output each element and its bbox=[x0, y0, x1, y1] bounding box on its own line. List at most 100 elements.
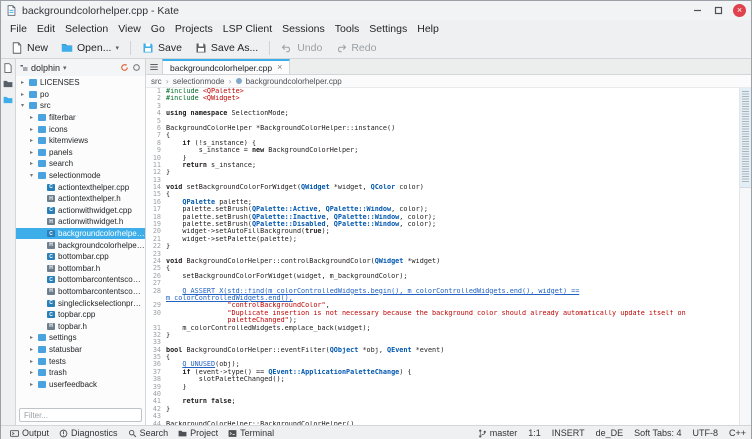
code-line[interactable]: 42} bbox=[146, 406, 739, 413]
tab-settings[interactable]: Soft Tabs: 4 bbox=[634, 428, 681, 438]
minimize-button[interactable] bbox=[691, 4, 704, 17]
menu-projects[interactable]: Projects bbox=[170, 23, 218, 35]
menu-go[interactable]: Go bbox=[146, 23, 170, 35]
code-line[interactable]: 29 "controlBackgroundColor", bbox=[146, 302, 739, 309]
code-line[interactable]: 9 s_instance = new BackgroundColorHelper… bbox=[146, 147, 739, 154]
menu-selection[interactable]: Selection bbox=[60, 23, 113, 35]
code-line[interactable]: 35{ bbox=[146, 354, 739, 361]
code-line[interactable]: 16 QPalette palette; bbox=[146, 199, 739, 206]
encoding[interactable]: UTF-8 bbox=[692, 428, 718, 438]
code-line[interactable]: 44BackgroundColorHelper::BackgroundColor… bbox=[146, 421, 739, 425]
project-button[interactable]: Project bbox=[174, 427, 222, 439]
tree-item-licenses[interactable]: ▸LICENSES bbox=[16, 77, 145, 89]
cursor-position[interactable]: 1:1 bbox=[528, 428, 541, 438]
code-content[interactable]: 1#include <QPalette>2#include <QWidget>3… bbox=[146, 88, 739, 425]
syntax-mode[interactable]: C++ bbox=[729, 428, 746, 438]
menu-tools[interactable]: Tools bbox=[330, 23, 365, 35]
code-line[interactable]: 7{ bbox=[146, 132, 739, 139]
expand-arrow-icon[interactable]: ▸ bbox=[28, 160, 35, 167]
code-line[interactable]: 43 bbox=[146, 413, 739, 420]
code-line[interactable]: 1#include <QPalette> bbox=[146, 88, 739, 95]
code-line[interactable]: 36 Q_UNUSED(obj); bbox=[146, 361, 739, 368]
menu-file[interactable]: File bbox=[5, 23, 32, 35]
tree-item-filterbar[interactable]: ▸filterbar bbox=[16, 112, 145, 124]
panel-options-button[interactable] bbox=[132, 63, 141, 72]
code-line[interactable]: 22} bbox=[146, 243, 739, 250]
code-line[interactable]: 38 slotPaletteChanged(); bbox=[146, 376, 739, 383]
reload-project-button[interactable] bbox=[120, 63, 129, 72]
tree-item-settings[interactable]: ▸settings bbox=[16, 332, 145, 344]
diagnostics-button[interactable]: Diagnostics bbox=[55, 427, 122, 439]
breadcrumb-file[interactable]: backgroundcolorhelper.cpp bbox=[246, 77, 342, 86]
save-button[interactable]: Save bbox=[136, 40, 188, 56]
tree-item-bottombar-h[interactable]: Hbottombar.h bbox=[16, 263, 145, 275]
tab-backgroundcolorhelper[interactable]: backgroundcolorhelper.cpp × bbox=[162, 59, 290, 74]
code-line[interactable]: 19 palette.setBrush(QPalette::Disabled, … bbox=[146, 221, 739, 228]
filesystem-browser-icon[interactable] bbox=[3, 79, 13, 89]
tree-item-icons[interactable]: ▸icons bbox=[16, 123, 145, 135]
code-line[interactable]: 27 bbox=[146, 280, 739, 287]
expand-arrow-icon[interactable]: ▸ bbox=[28, 149, 35, 156]
collapse-arrow-icon[interactable]: ▾ bbox=[19, 102, 26, 109]
code-line[interactable]: 28 Q_ASSERT_X(std::find(m_colorControlle… bbox=[146, 288, 739, 295]
code-line[interactable]: 33 bbox=[146, 339, 739, 346]
filter-input[interactable] bbox=[19, 408, 142, 422]
project-selector[interactable]: dolphin bbox=[31, 63, 60, 73]
code-line[interactable]: 31 m_colorControlledWidgets.emplace_back… bbox=[146, 325, 739, 332]
tree-item-src[interactable]: ▾src bbox=[16, 100, 145, 112]
code-line[interactable]: 6BackgroundColorHelper *BackgroundColorH… bbox=[146, 125, 739, 132]
document-list-icon[interactable] bbox=[146, 59, 162, 74]
new-button[interactable]: New bbox=[5, 40, 54, 56]
open-button[interactable]: Open... ▾ bbox=[55, 40, 125, 56]
insert-mode[interactable]: INSERT bbox=[552, 428, 585, 438]
tab-close-icon[interactable]: × bbox=[277, 63, 282, 72]
tree-item-po[interactable]: ▸po bbox=[16, 89, 145, 101]
code-line[interactable]: 4using namespace SelectionMode; bbox=[146, 110, 739, 117]
code-line[interactable]: 21 widget->setPalette(palette); bbox=[146, 236, 739, 243]
code-line[interactable]: 39 } bbox=[146, 384, 739, 391]
dictionary[interactable]: de_DE bbox=[596, 428, 624, 438]
tree-item-bottombarcontentscont[interactable]: Hbottombarcontentscont... bbox=[16, 286, 145, 298]
tree-item-selectionmode[interactable]: ▾selectionmode bbox=[16, 170, 145, 182]
code-line[interactable]: 18 palette.setBrush(QPalette::Inactive, … bbox=[146, 214, 739, 221]
tree-item-bottombar-cpp[interactable]: Cbottombar.cpp bbox=[16, 251, 145, 263]
expand-arrow-icon[interactable]: ▸ bbox=[28, 114, 35, 121]
code-line[interactable]: 8 if (!s_instance) { bbox=[146, 140, 739, 147]
menu-lsp-client[interactable]: LSP Client bbox=[218, 23, 277, 35]
code-line[interactable]: 34bool BackgroundColorHelper::eventFilte… bbox=[146, 347, 739, 354]
tree-item-topbar-h[interactable]: Htopbar.h bbox=[16, 320, 145, 332]
tree-item-search[interactable]: ▸search bbox=[16, 158, 145, 170]
breadcrumb-selectionmode[interactable]: selectionmode bbox=[173, 77, 225, 86]
expand-arrow-icon[interactable]: ▸ bbox=[19, 79, 26, 86]
menu-help[interactable]: Help bbox=[412, 23, 444, 35]
menu-edit[interactable]: Edit bbox=[32, 23, 60, 35]
tree-item-backgroundcolorhelper-h[interactable]: Hbackgroundcolorhelper.h bbox=[16, 239, 145, 251]
code-line[interactable]: 10 } bbox=[146, 155, 739, 162]
tree-item-trash[interactable]: ▸trash bbox=[16, 367, 145, 379]
menu-settings[interactable]: Settings bbox=[364, 23, 412, 35]
code-line[interactable]: 15{ bbox=[146, 191, 739, 198]
code-line[interactable]: 25{ bbox=[146, 265, 739, 272]
tree-item-panels[interactable]: ▸panels bbox=[16, 147, 145, 159]
expand-arrow-icon[interactable]: ▸ bbox=[19, 91, 26, 98]
save-as-button[interactable]: Save As... bbox=[189, 40, 264, 56]
expand-arrow-icon[interactable]: ▸ bbox=[28, 358, 35, 365]
code-line[interactable]: 11 return s_instance; bbox=[146, 162, 739, 169]
undo-button[interactable]: Undo bbox=[275, 40, 328, 56]
tree-item-actiontexthelper-cpp[interactable]: Cactiontexthelper.cpp bbox=[16, 181, 145, 193]
code-line[interactable]: 12} bbox=[146, 169, 739, 176]
redo-button[interactable]: Redo bbox=[329, 40, 382, 56]
tree-item-statusbar[interactable]: ▸statusbar bbox=[16, 344, 145, 356]
tree-item-kitemviews[interactable]: ▸kitemviews bbox=[16, 135, 145, 147]
menu-view[interactable]: View bbox=[113, 23, 146, 35]
tree-item-userfeedback[interactable]: ▸userfeedback bbox=[16, 378, 145, 390]
collapse-arrow-icon[interactable]: ▾ bbox=[28, 172, 35, 179]
expand-arrow-icon[interactable]: ▸ bbox=[28, 369, 35, 376]
search-button[interactable]: Search bbox=[124, 427, 173, 439]
code-line[interactable]: 40 bbox=[146, 391, 739, 398]
expand-arrow-icon[interactable]: ▸ bbox=[28, 137, 35, 144]
code-line[interactable]: m_colorControlledWidgets.end(), bbox=[146, 295, 739, 302]
projects-icon[interactable] bbox=[3, 95, 13, 105]
tree-item-bottombarcontentscont[interactable]: Cbottombarcontentscont... bbox=[16, 274, 145, 286]
tree-item-actionwithwidget-h[interactable]: Hactionwithwidget.h bbox=[16, 216, 145, 228]
